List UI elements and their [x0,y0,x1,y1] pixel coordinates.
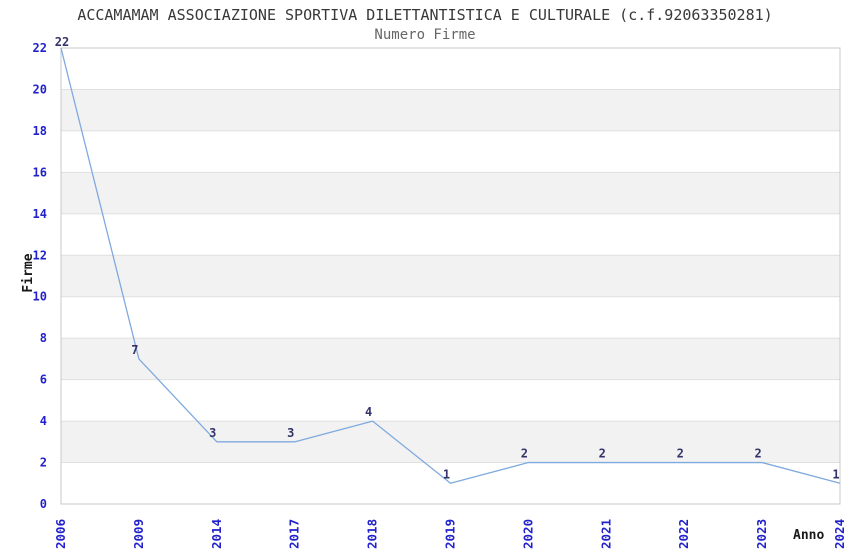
data-label: 2 [677,447,684,461]
x-tick-label: 2021 [598,519,613,549]
y-tick-label: 4 [40,414,47,428]
x-tick-label: 2024 [832,519,847,549]
band-stripe [61,172,840,214]
x-tick-label: 2014 [209,519,224,549]
y-tick-label: 16 [33,165,47,179]
x-tick-label: 2023 [754,519,769,549]
data-label: 1 [832,467,839,481]
chart-root: ACCAMAMAM ASSOCIAZIONE SPORTIVA DILETTAN… [0,0,850,550]
line-chart-canvas: 02468101214161820222006 2009 2014 2017 2018 2… [33,35,847,549]
y-tick-label: 22 [33,41,47,55]
data-label: 2 [599,447,606,461]
x-tick-label: 2022 [676,519,691,549]
y-tick-label: 14 [33,207,47,221]
data-label: 7 [131,343,138,357]
data-label: 3 [209,426,216,440]
y-tick-label: 6 [40,373,47,387]
band-stripe [61,89,840,131]
y-tick-label: 20 [33,82,47,96]
band-stripe [61,255,840,297]
data-label: 4 [365,405,372,419]
x-tick-label: 2009 [131,519,146,549]
data-label: 3 [287,426,294,440]
x-tick-label: 2020 [520,519,535,549]
data-label: 1 [443,467,450,481]
x-tick-label: 2019 [443,519,458,549]
y-tick-label: 8 [40,331,47,345]
data-label: 2 [754,447,761,461]
x-tick-label: 2017 [287,519,302,549]
y-tick-label: 12 [33,248,47,262]
y-tick-label: 18 [33,124,47,138]
x-tick-label: 2018 [365,519,380,549]
y-tick-label: 10 [33,290,47,304]
data-label: 22 [55,35,69,49]
band-stripe [61,421,840,463]
data-label: 2 [521,447,528,461]
y-tick-label: 2 [40,456,47,470]
band-stripe [61,338,840,380]
x-tick-label: 2006 [53,519,68,549]
y-tick-label: 0 [40,497,47,511]
